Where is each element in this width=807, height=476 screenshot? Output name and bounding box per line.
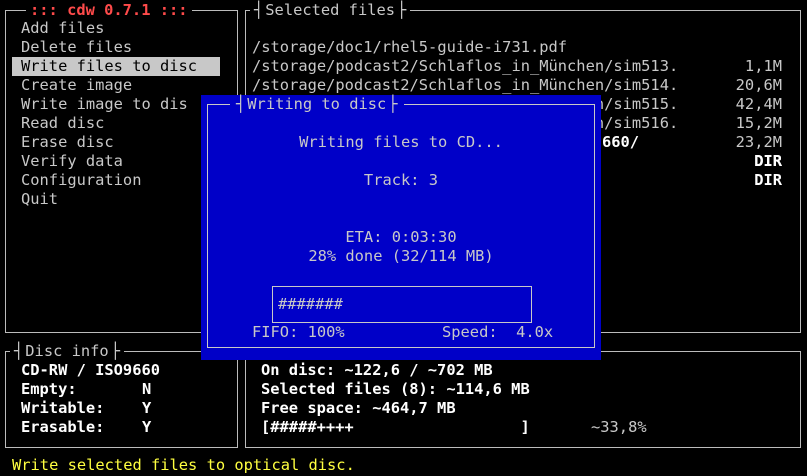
file-row[interactable]: /storage/podcast2/Schlaflos_in_München/s… — [252, 76, 782, 132]
disc-empty-value: N — [142, 380, 152, 398]
writing-dialog: Writing to disc Writing files to CD... T… — [201, 95, 601, 360]
disc-empty-label: Empty: — [21, 380, 77, 398]
dialog-fifo: FIFO: 100% — [252, 323, 345, 341]
file-row[interactable]: /storage/podcast2/Schlaflos_in_München/s… — [252, 38, 782, 94]
dialog-frame: Writing to disc Writing files to CD... T… — [207, 95, 595, 348]
disc-usage-bar: [#####++++ ] — [261, 418, 530, 436]
menu-item-verify-data[interactable]: Verify data — [21, 152, 123, 171]
menu-item-write-files-to-disc[interactable]: Write files to disc — [12, 57, 220, 76]
dialog-title: Writing to disc — [230, 95, 404, 114]
disc-writable-value: Y — [142, 399, 152, 417]
disc-info-panel: Disc info CD-RW / ISO9660 Empty: N Writa… — [5, 342, 238, 448]
menu-item-write-image-to-disc[interactable]: Write image to dis — [21, 95, 188, 114]
dialog-eta: ETA: 0:03:30 — [345, 228, 457, 246]
dialog-message: Writing files to CD... — [299, 133, 503, 151]
file-size: DIR — [754, 171, 782, 189]
disc-format: CD-RW / ISO9660 — [21, 361, 160, 379]
menu-item-configuration[interactable]: Configuration — [21, 171, 141, 190]
selected-files-title: Selected files — [250, 1, 411, 20]
file-row[interactable]: /storage/doc1/rhel5-guide-i731.pdf 1,1M — [252, 19, 782, 75]
free-space: Free space: ~464,7 MB — [261, 399, 456, 417]
disc-writable-label: Writable: — [21, 399, 105, 417]
disc-info-title: Disc info — [10, 342, 124, 361]
menu-item-erase-disc[interactable]: Erase disc — [21, 133, 114, 152]
menu-item-add-files[interactable]: Add files — [21, 19, 104, 38]
disc-erasable-value: Y — [142, 418, 152, 436]
disc-usage-percent: ~33,8% — [591, 418, 647, 436]
on-disc-size: On disc: ~122,6 / ~702 MB — [261, 361, 493, 379]
dialog-progress-bar: ####### — [272, 286, 532, 323]
selected-files-size: Selected files (8): ~114,6 MB — [261, 380, 530, 398]
menu-item-quit[interactable]: Quit — [21, 190, 58, 209]
disc-erasable-label: Erasable: — [21, 418, 105, 436]
dialog-progress-text: 28% done (32/114 MB) — [308, 247, 494, 265]
app-title: ::: cdw 0.7.1 ::: — [26, 1, 192, 20]
menu-item-delete-files[interactable]: Delete files — [21, 38, 132, 57]
disc-usage-panel: On disc: ~122,6 / ~702 MB Selected files… — [245, 351, 801, 448]
menu-item-create-image[interactable]: Create image — [21, 76, 132, 95]
status-bar: Write selected files to optical disc. — [12, 456, 355, 474]
menu-item-read-disc[interactable]: Read disc — [21, 114, 104, 133]
dialog-speed: Speed: 4.0x — [442, 323, 554, 341]
dialog-progress-fill: ####### — [278, 295, 343, 313]
file-row[interactable]: /storage/podcast2/Schlaflos_in_München/s… — [252, 57, 782, 113]
dialog-track: Track: 3 — [363, 171, 439, 189]
